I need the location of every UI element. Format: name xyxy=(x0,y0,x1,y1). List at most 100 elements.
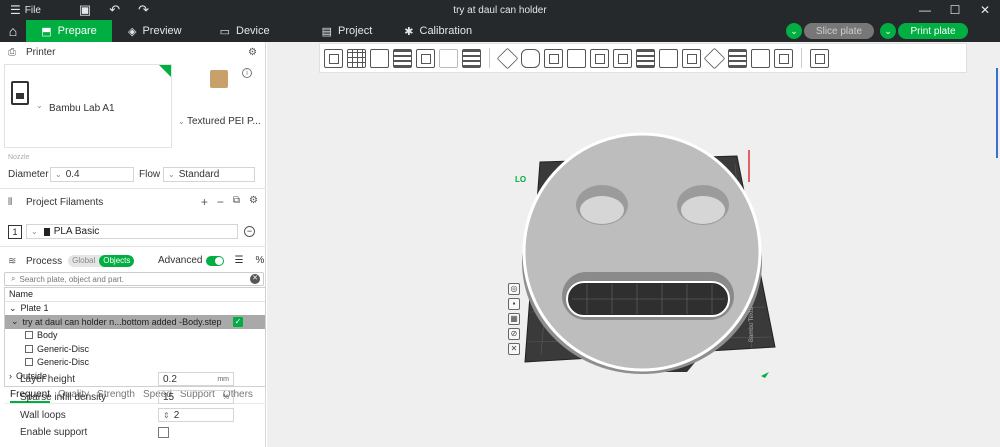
checkbox-checked-icon[interactable]: ✓ xyxy=(233,316,243,327)
filament-settings-icon[interactable]: ⚙ xyxy=(249,195,258,209)
divider xyxy=(0,246,266,247)
filament-remove-icon[interactable]: − xyxy=(244,226,255,237)
plate-arrange-icon[interactable]: ▦ xyxy=(508,313,520,325)
process-section-header: ≋ Process Global Objects Advanced ☰ % xyxy=(0,251,266,271)
toggle-global[interactable]: Global xyxy=(68,255,99,267)
stepper-icon[interactable]: ⇕ xyxy=(163,411,170,420)
slice-dropdown-icon[interactable]: ⌄ xyxy=(786,23,802,39)
printer-selector[interactable]: ⌄ Bambu Lab A1 xyxy=(4,64,172,148)
redo-icon[interactable]: ↷ xyxy=(138,2,149,18)
flow-select[interactable]: ⌄ Standard xyxy=(163,167,255,182)
tree-row-part[interactable]: Generic-Disc xyxy=(5,342,265,356)
tree-row-object[interactable]: ⌄ try at daul can holder n...bottom adde… xyxy=(5,315,265,329)
filament-select[interactable]: ⌄ PLA Basic xyxy=(26,224,238,239)
setting-infill-density: Sparse infill density 15% xyxy=(20,390,260,404)
info-icon[interactable]: i xyxy=(242,68,252,78)
selected-corner-marker xyxy=(159,65,171,77)
clear-search-icon[interactable]: ✕ xyxy=(250,274,260,284)
undo-icon[interactable]: ↶ xyxy=(109,2,120,18)
right-edge-indicator xyxy=(996,68,998,158)
tab-preview-label: Preview xyxy=(142,25,182,37)
nozzle-row: Diameter ⌄ 0.4 Flow ⌄ Standard xyxy=(8,167,255,182)
toggle-objects[interactable]: Objects xyxy=(99,255,135,267)
tab-device[interactable]: ▭ Device xyxy=(198,20,286,42)
device-icon: ▭ xyxy=(219,25,230,38)
right-eye-hole-inner xyxy=(681,196,725,224)
print-dropdown-icon[interactable]: ⌄ xyxy=(880,23,896,39)
file-menu[interactable]: ☰ File xyxy=(0,3,41,17)
model-top xyxy=(522,132,762,372)
remove-filament-icon[interactable]: − xyxy=(217,195,224,209)
tree-row-label: try at daul can holder n...bottom added … xyxy=(22,316,222,327)
object-search-input[interactable]: ⌕ Search plate, object and part. ✕ xyxy=(4,272,264,286)
window-title: try at daul can holder xyxy=(453,4,547,16)
tree-row-part[interactable]: Generic-Disc xyxy=(5,356,265,370)
sync-filament-icon[interactable]: ⧉ xyxy=(233,195,240,209)
close-icon[interactable]: ✕ xyxy=(970,0,1000,20)
filament-index[interactable]: 1 xyxy=(8,224,22,239)
tree-header: Name xyxy=(5,288,265,302)
tree-row-label: Body xyxy=(37,330,58,341)
chevron-down-icon[interactable]: ⌄ xyxy=(11,316,19,327)
chevron-down-icon[interactable]: ⌄ xyxy=(9,303,17,314)
filament-color-swatch xyxy=(43,227,50,236)
percent-icon[interactable]: % xyxy=(255,255,264,266)
plate-type-selector[interactable]: i ⌄ Textured PEI P... xyxy=(176,64,262,148)
search-placeholder: Search plate, object and part. xyxy=(19,274,124,284)
plate-select-icon[interactable]: ◎ xyxy=(508,283,520,295)
advanced-label: Advanced xyxy=(158,255,203,266)
filament-icon: ⫴ xyxy=(8,196,13,208)
left-sidebar: ⎙ Printer ⚙ ⌄ Bambu Lab A1 i ⌄ Textured … xyxy=(0,42,266,447)
infill-density-input[interactable]: 15% xyxy=(158,390,234,404)
unit-label: % xyxy=(222,393,229,401)
tree-row-label: Generic-Disc xyxy=(37,357,90,368)
tab-calibration[interactable]: ✱ Calibration xyxy=(388,20,488,42)
list-icon[interactable]: ☰ xyxy=(234,255,243,266)
setting-label: Enable support xyxy=(20,427,88,438)
plate-orient-icon[interactable]: ⊘ xyxy=(508,328,520,340)
diameter-label: Diameter xyxy=(8,169,49,180)
tab-preview[interactable]: ◈ Preview xyxy=(112,20,198,42)
tab-prepare-label: Prepare xyxy=(57,25,97,37)
tree-row-part[interactable]: Body xyxy=(5,329,265,343)
part-icon xyxy=(25,358,33,367)
3d-viewport[interactable]: LO Bambu Textu ◎ ▪ ▦ ⊘ ✕ xyxy=(267,42,1000,447)
plate-lock-icon[interactable]: ▪ xyxy=(508,298,520,310)
add-filament-icon[interactable]: + xyxy=(201,195,208,209)
tree-row-plate[interactable]: ⌄ Plate 1 xyxy=(5,302,265,316)
window-controls: — ☐ ✕ xyxy=(910,0,1000,20)
minimize-icon[interactable]: — xyxy=(910,0,940,20)
tab-prepare[interactable]: ⬒ Prepare xyxy=(26,20,112,42)
left-eye-hole-inner xyxy=(580,196,624,224)
process-scope-toggle[interactable]: Global Objects xyxy=(68,255,135,267)
gear-icon[interactable]: ⚙ xyxy=(248,47,257,58)
save-icon[interactable]: ▣ xyxy=(79,2,91,18)
slice-plate-button[interactable]: Slice plate xyxy=(804,23,874,39)
plate-side-tools: ◎ ▪ ▦ ⊘ ✕ xyxy=(508,283,520,355)
maximize-icon[interactable]: ☐ xyxy=(940,0,970,20)
wall-loops-stepper[interactable]: ⇕ 2 xyxy=(158,408,234,422)
home-icon[interactable]: ⌂ xyxy=(0,20,26,42)
plate-type-name: ⌄ Textured PEI P... xyxy=(178,116,261,127)
filament-name: PLA Basic xyxy=(53,226,100,237)
filament-row: 1 ⌄ PLA Basic − xyxy=(8,224,255,239)
tab-project[interactable]: ▤ Project xyxy=(286,20,389,42)
print-group: ⌄ Print plate xyxy=(880,23,968,39)
enable-support-checkbox[interactable] xyxy=(158,427,169,438)
printer-section-title: Printer xyxy=(26,46,56,58)
print-plate-button[interactable]: Print plate xyxy=(898,23,968,39)
plate-delete-icon[interactable]: ✕ xyxy=(508,343,520,355)
advanced-switch[interactable] xyxy=(206,255,225,266)
setting-label: Layer height xyxy=(20,373,76,385)
plate-label: LO xyxy=(515,175,526,184)
preview-icon: ◈ xyxy=(128,25,137,38)
tree-row-label: Generic-Disc xyxy=(37,343,90,354)
chevron-down-icon: ⌄ xyxy=(36,101,43,110)
main-nav: ⌂ ⬒ Prepare ◈ Preview ▭ Device ▤ Project… xyxy=(0,20,1000,42)
chevron-right-icon[interactable]: › xyxy=(9,371,12,381)
advanced-row: Advanced ☰ % xyxy=(158,255,264,266)
diameter-select[interactable]: ⌄ 0.4 xyxy=(50,167,134,182)
part-icon xyxy=(25,344,33,353)
layer-height-input[interactable]: 0.2 mm xyxy=(158,372,234,386)
filaments-section-title: Project Filaments xyxy=(26,196,104,208)
